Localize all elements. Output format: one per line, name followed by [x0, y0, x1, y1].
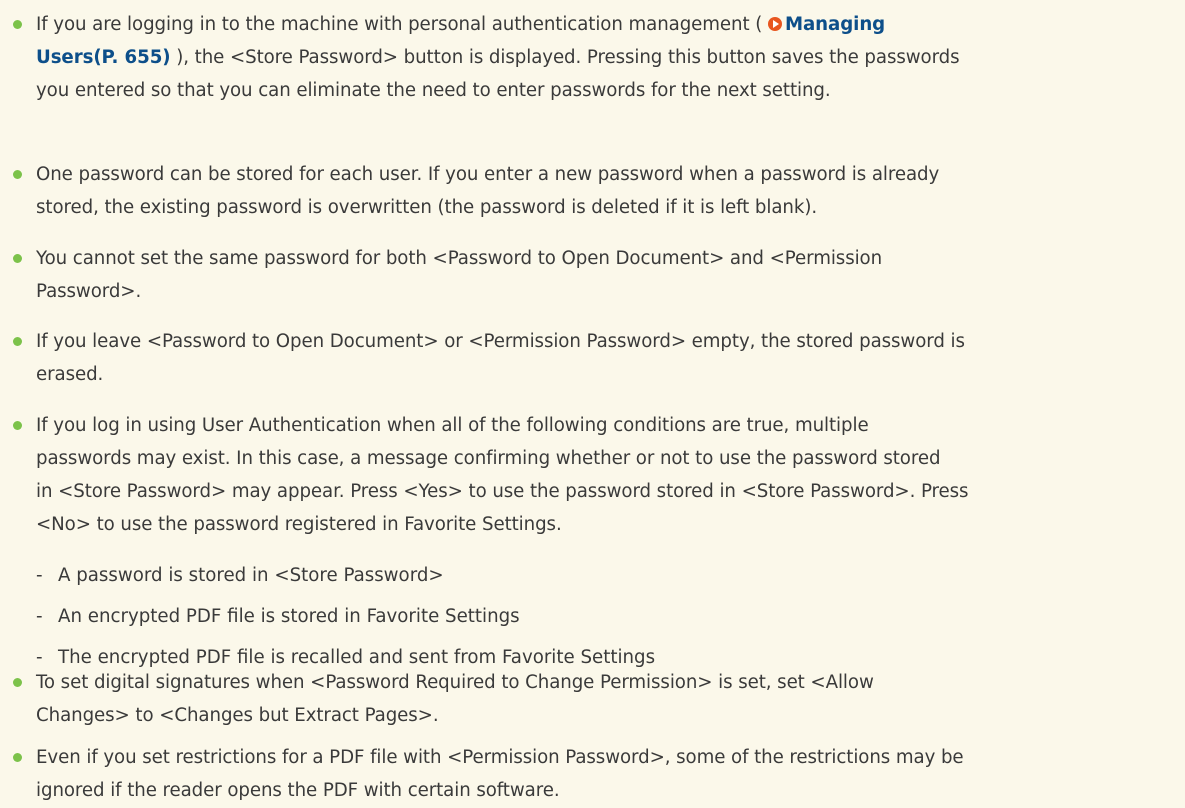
- list-item-text: If you leave <Password to Open Document>…: [36, 325, 1185, 391]
- text-line: stored, the existing password is overwri…: [36, 197, 818, 218]
- text-line: Password>.: [36, 281, 142, 302]
- notes-panel: If you are logging in to the machine wit…: [0, 0, 1185, 808]
- text-segment: If you are logging in to the machine wit…: [36, 14, 763, 35]
- text-line: Users(P. 655) ), the <Store Password> bu…: [36, 41, 1185, 74]
- text-line: in <Store Password> may appear. Press <Y…: [36, 481, 969, 502]
- link-arrow-icon: [767, 17, 782, 31]
- bullet-icon: [13, 254, 22, 263]
- text-line: If you log in using User Authentication …: [36, 415, 869, 436]
- text-line: Changes> to <Changes but Extract Pages>.: [36, 705, 439, 726]
- text-line: If you are logging in to the machine wit…: [36, 8, 1185, 41]
- list-item-text: To set digital signatures when <Password…: [36, 666, 1185, 732]
- list-item-text: One password can be stored for each user…: [36, 158, 1185, 224]
- sub-item-text: A password is stored in <Store Password>: [58, 565, 444, 586]
- bullet-icon: [13, 20, 22, 29]
- text-line: passwords may exist. In this case, a mes…: [36, 448, 941, 469]
- text-line: If you leave <Password to Open Document>…: [36, 331, 965, 352]
- list-item-text: If you are logging in to the machine wit…: [36, 8, 1185, 107]
- text-line: ignored if the reader opens the PDF with…: [36, 780, 560, 801]
- sub-item-text: The encrypted PDF file is recalled and s…: [58, 647, 656, 668]
- text-line: To set digital signatures when <Password…: [36, 672, 874, 693]
- dash-marker: -: [36, 565, 43, 586]
- list-item-text: Even if you set restrictions for a PDF f…: [36, 741, 1185, 807]
- text-line: erased.: [36, 364, 104, 385]
- managing-users-link[interactable]: Managing: [767, 14, 886, 35]
- bullet-icon: [13, 678, 22, 687]
- sub-item-text: An encrypted PDF file is stored in Favor…: [58, 606, 520, 627]
- text-line: One password can be stored for each user…: [36, 164, 940, 185]
- link-text: Managing: [784, 14, 886, 35]
- list-item-text: You cannot set the same password for bot…: [36, 242, 1185, 308]
- text-line: You cannot set the same password for bot…: [36, 248, 883, 269]
- managing-users-link-continued[interactable]: Users(P. 655): [36, 47, 171, 68]
- bullet-icon: [13, 421, 22, 430]
- text-line: Even if you set restrictions for a PDF f…: [36, 747, 964, 768]
- sub-list-item: - An encrypted PDF file is stored in Favo…: [36, 600, 520, 633]
- bullet-icon: [13, 753, 22, 762]
- bullet-icon: [13, 337, 22, 346]
- text-line: you entered so that you can eliminate th…: [36, 80, 831, 101]
- dash-marker: -: [36, 606, 43, 627]
- text-line: <No> to use the password registered in F…: [36, 514, 562, 535]
- bullet-icon: [13, 170, 22, 179]
- list-item-text: If you log in using User Authentication …: [36, 409, 1185, 541]
- sub-list-item: -A password is stored in <Store Password…: [36, 559, 444, 592]
- text-segment: ), the <Store Password> button is displa…: [176, 47, 960, 68]
